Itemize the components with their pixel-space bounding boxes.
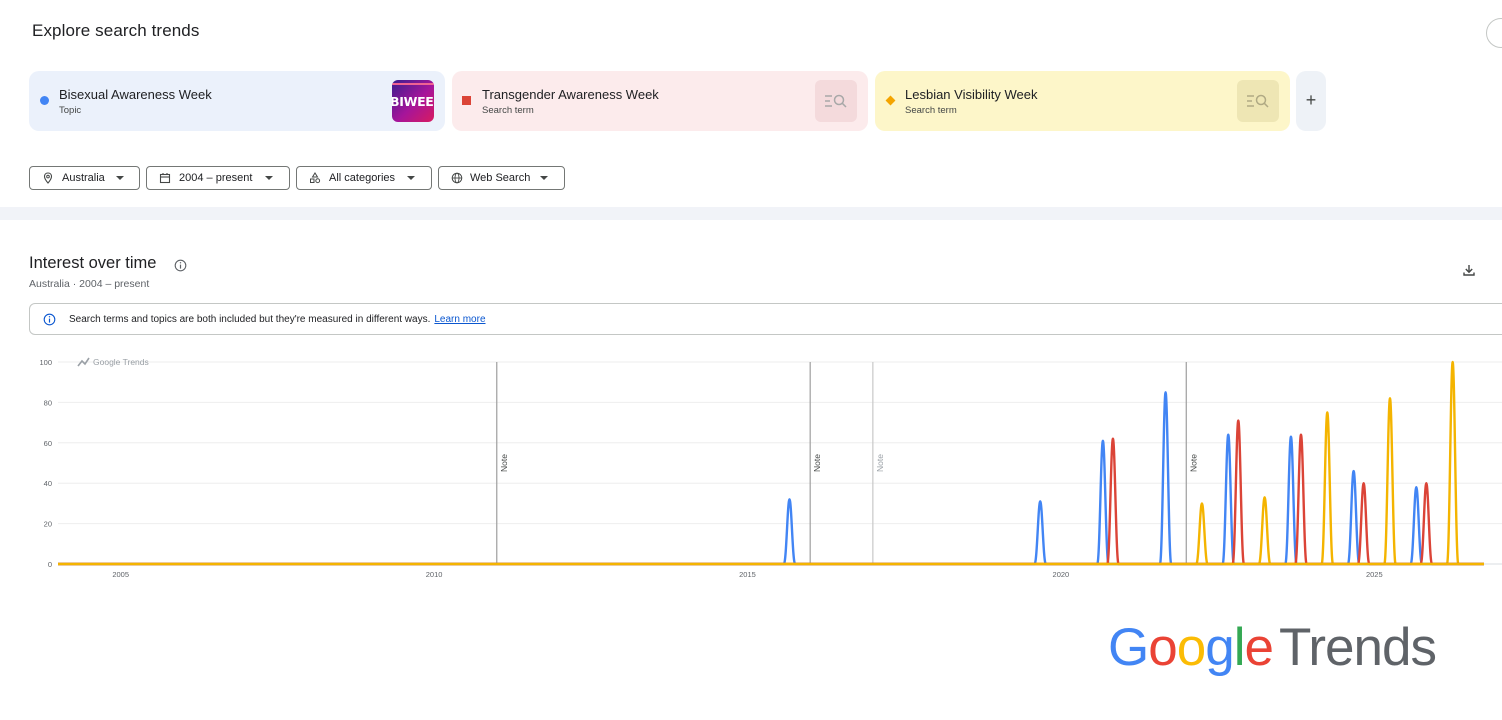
notice-text: Search terms and topics are both include… — [69, 314, 431, 325]
globe-icon — [451, 172, 463, 184]
logo-suffix: Trends — [1278, 618, 1437, 677]
measurement-notice: Search terms and topics are both include… — [29, 303, 1502, 335]
page-title: Explore search trends — [32, 21, 200, 40]
logo-letter: o — [1176, 618, 1207, 677]
term-type: Topic — [59, 105, 82, 116]
location-filter[interactable]: Australia — [29, 166, 140, 190]
location-pin-icon — [43, 172, 53, 184]
x-tick-label: 2020 — [1053, 570, 1070, 579]
x-tick-label: 2015 — [739, 570, 756, 579]
section-divider — [0, 207, 1502, 220]
location-filter-label: Australia — [62, 172, 105, 184]
download-icon[interactable] — [1462, 263, 1476, 277]
google-trends-logo: Google Trends — [1108, 617, 1437, 678]
logo-letter: e — [1244, 618, 1274, 677]
category-shapes-icon — [310, 172, 321, 184]
x-tick-label: 2010 — [426, 570, 443, 579]
term-name[interactable]: Transgender Awareness Week — [482, 87, 659, 102]
add-term-button[interactable]: + — [1296, 71, 1326, 131]
caret-down-icon — [116, 176, 124, 180]
info-icon[interactable] — [174, 259, 187, 272]
note-label: Note — [499, 454, 509, 472]
series-marker-square-icon — [462, 96, 471, 105]
time-range-filter-label: 2004 – present — [179, 172, 253, 184]
caret-down-icon — [540, 176, 548, 180]
watermark-text: Google Trends — [93, 357, 149, 367]
series-line — [58, 360, 1484, 566]
logo-letter: o — [1148, 618, 1178, 677]
category-filter[interactable]: All categories — [296, 166, 432, 190]
plus-icon: + — [1305, 90, 1317, 110]
logo-letter: g — [1205, 618, 1235, 677]
search-property-filter-label: Web Search — [470, 172, 531, 184]
note-label: Note — [1188, 454, 1198, 472]
x-tick-label: 2025 — [1366, 570, 1383, 579]
topic-thumbnail: BIWEEK — [392, 80, 434, 122]
logo-letter: l — [1233, 618, 1246, 677]
search-list-icon — [815, 80, 857, 122]
series-marker-diamond-icon — [885, 95, 896, 106]
y-tick-label: 60 — [44, 439, 52, 448]
learn-more-link[interactable]: Learn more — [434, 314, 485, 325]
series-line — [58, 391, 1484, 566]
calendar-icon — [159, 173, 171, 184]
series-line — [58, 419, 1484, 566]
account-button[interactable] — [1486, 18, 1502, 48]
y-tick-label: 100 — [39, 358, 52, 367]
thumbnail-text: BIWEEK — [392, 94, 434, 109]
y-tick-label: 40 — [44, 479, 52, 488]
thumbnail-stripe — [392, 83, 434, 85]
category-filter-label: All categories — [329, 172, 396, 184]
notice-text-wrapper: Search terms and topics are both include… — [69, 314, 486, 325]
interest-over-time-chart: Note Note Note Note 0 20 40 60 80 100 2005 2010 201… — [39, 357, 1502, 579]
term-name[interactable]: Bisexual Awareness Week — [59, 87, 212, 102]
interest-over-time-title: Interest over time — [29, 254, 157, 272]
time-range-filter[interactable]: 2004 – present — [146, 166, 290, 190]
term-type: Search term — [905, 105, 957, 116]
note-label: Note — [875, 454, 885, 472]
note-label: Note — [812, 454, 822, 472]
interest-over-time-subtitle: Australia · 2004 – present — [29, 278, 150, 290]
caret-down-icon — [407, 176, 415, 180]
series-marker-circle-icon — [40, 96, 49, 105]
y-tick-label: 20 — [44, 520, 52, 529]
y-tick-label: 80 — [44, 398, 52, 407]
info-icon — [43, 313, 56, 326]
search-property-filter[interactable]: Web Search — [438, 166, 565, 190]
term-card-lesbian-visibility-week[interactable]: Lesbian Visibility Week Search term — [875, 71, 1290, 131]
search-list-icon — [1237, 80, 1279, 122]
term-card-transgender-awareness-week[interactable]: Transgender Awareness Week Search term — [452, 71, 868, 131]
term-type: Search term — [482, 105, 534, 116]
caret-down-icon — [265, 176, 273, 180]
term-card-bisexual-awareness-week[interactable]: Bisexual Awareness Week Topic BIWEEK — [29, 71, 445, 131]
y-tick-label: 0 — [48, 560, 52, 569]
x-tick-label: 2005 — [112, 570, 129, 579]
logo-letter: G — [1108, 618, 1149, 677]
term-name[interactable]: Lesbian Visibility Week — [905, 87, 1037, 102]
